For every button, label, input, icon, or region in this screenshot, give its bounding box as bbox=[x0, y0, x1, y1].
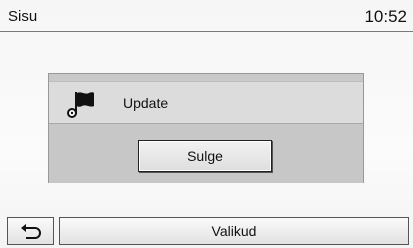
dialog-button-area: Sulge bbox=[49, 124, 363, 183]
dialog-message: Update bbox=[123, 95, 169, 111]
clock: 10:52 bbox=[364, 7, 407, 26]
update-dialog: Update Sulge bbox=[48, 73, 364, 183]
dialog-message-row: Update bbox=[49, 82, 363, 124]
options-button[interactable]: Valikud bbox=[59, 217, 409, 245]
top-bar: Sisu 10:52 bbox=[0, 0, 413, 34]
back-arrow-icon bbox=[20, 224, 41, 239]
page-title: Sisu bbox=[8, 8, 38, 25]
back-button[interactable] bbox=[7, 217, 54, 245]
flag-icon bbox=[67, 92, 94, 118]
header-divider bbox=[0, 31, 413, 32]
dialog-header-strip bbox=[49, 74, 363, 82]
close-button[interactable]: Sulge bbox=[138, 140, 272, 172]
screen: Sisu 10:52 Update Sulge Valikud bbox=[0, 0, 413, 248]
bottom-bar: Valikud bbox=[0, 217, 413, 248]
